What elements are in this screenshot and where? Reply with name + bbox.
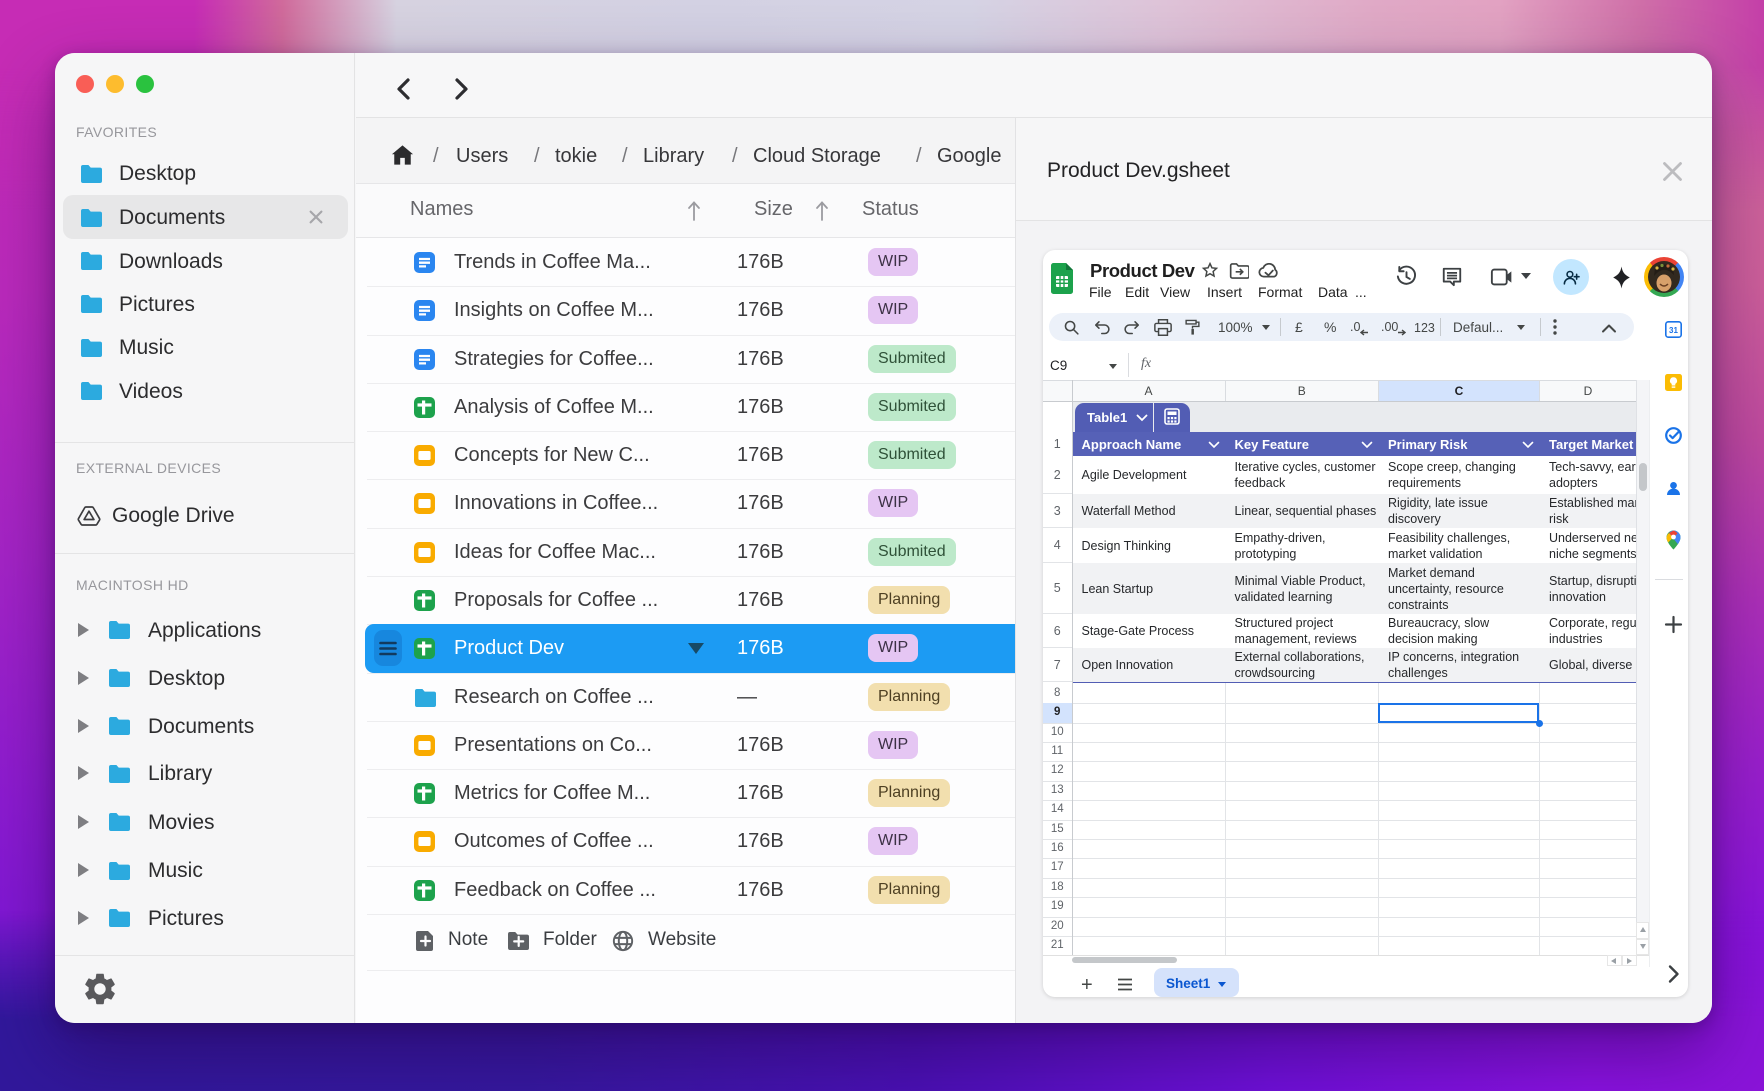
svg-text:31: 31: [1669, 326, 1678, 335]
